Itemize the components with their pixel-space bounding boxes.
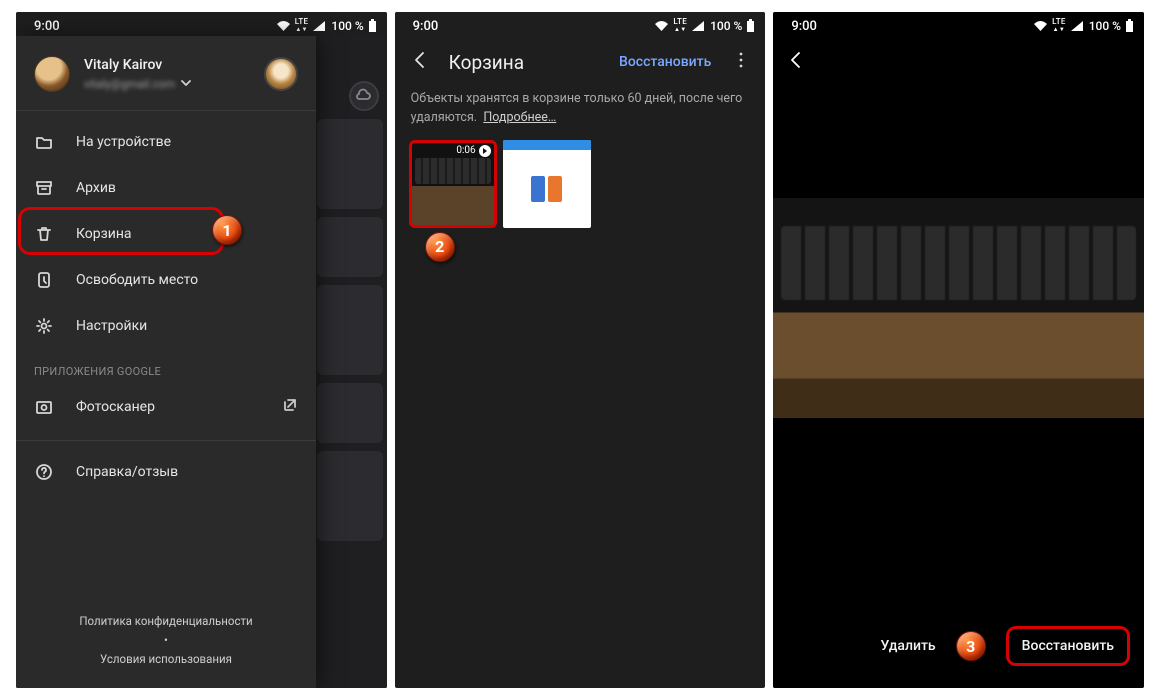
privacy-link[interactable]: Политика конфиденциальности	[16, 614, 316, 628]
gear-icon	[34, 316, 54, 336]
help-icon	[34, 462, 54, 482]
restore-button[interactable]: Восстановить	[1006, 626, 1130, 666]
menu-settings[interactable]: Настройки	[16, 303, 316, 349]
learn-more-link[interactable]: Подробнее…	[483, 110, 556, 125]
menu-help[interactable]: Справка/отзыв	[16, 449, 316, 495]
network-label: LTE▲▼	[295, 18, 309, 34]
battery-label: 100 %	[710, 19, 742, 33]
preview-action-bar: Удалить 3 Восстановить	[773, 610, 1144, 688]
more-menu-icon[interactable]	[729, 51, 753, 73]
navigation-drawer: Vitaly Kairov vitaly@gmail.com На устрой…	[16, 36, 316, 688]
drawer-menu: На устройстве Архив Корзина 1 Освободить…	[16, 119, 316, 495]
archive-icon	[34, 178, 54, 198]
menu-label: Настройки	[76, 318, 147, 334]
divider	[16, 110, 316, 111]
free-space-icon	[34, 270, 54, 290]
step-marker-2: 2	[425, 232, 455, 262]
trash-icon	[34, 224, 54, 244]
app-bar: Корзина Восстановить	[395, 36, 766, 86]
drawer-footer: Политика конфиденциальности • Условия ис…	[16, 614, 316, 688]
signal-icon	[1070, 20, 1084, 32]
trash-item-screenshot[interactable]	[503, 140, 591, 228]
signal-icon	[312, 20, 326, 32]
trash-grid: 0:06 2	[395, 140, 766, 228]
menu-label: Архив	[76, 180, 116, 196]
status-icons: LTE▲▼ 100 %	[1033, 18, 1134, 34]
secondary-avatar[interactable]	[264, 57, 298, 91]
delete-button[interactable]: Удалить	[881, 638, 936, 654]
menu-label: Освободить место	[76, 272, 198, 288]
back-button[interactable]	[411, 50, 431, 74]
status-icons: LTE▲▼ 100 %	[654, 18, 755, 34]
battery-icon	[746, 19, 755, 33]
divider	[16, 440, 316, 441]
chevron-down-icon[interactable]	[181, 76, 191, 92]
signal-icon	[691, 20, 705, 32]
battery-label: 100 %	[1089, 19, 1121, 33]
screen-trash: 9:00 LTE▲▼ 100 % Корзина Восстановить Об…	[395, 12, 766, 688]
step-marker-3: 3	[956, 631, 986, 661]
status-time: 9:00	[791, 19, 817, 34]
step-marker-1: 1	[212, 215, 242, 245]
menu-label: На устройстве	[76, 134, 171, 150]
external-link-icon	[282, 397, 298, 417]
menu-trash[interactable]: Корзина	[16, 211, 316, 257]
wifi-icon	[654, 20, 669, 32]
status-bar: 9:00 LTE▲▼ 100 %	[395, 12, 766, 36]
menu-on-device[interactable]: На устройстве	[16, 119, 316, 165]
photoscan-icon	[34, 397, 54, 417]
media-preview: Удалить 3 Восстановить	[773, 36, 1144, 688]
cloud-icon	[349, 81, 379, 111]
status-icons: LTE▲▼ 100 %	[276, 18, 377, 34]
video-duration-badge: 0:06	[456, 145, 490, 157]
status-bar: 9:00 LTE▲▼ 100 %	[16, 12, 387, 36]
trash-item-video[interactable]: 0:06	[409, 140, 497, 228]
back-button[interactable]	[787, 50, 807, 74]
profile-name: Vitaly Kairov	[84, 57, 191, 73]
play-icon	[479, 145, 491, 157]
status-time: 9:00	[413, 19, 439, 34]
menu-label: Корзина	[76, 226, 132, 242]
section-google-apps: ПРИЛОЖЕНИЯ GOOGLE	[16, 349, 316, 384]
avatar	[34, 56, 70, 92]
menu-label: Фотосканер	[76, 399, 155, 415]
screen-drawer: 9:00 LTE▲▼ 100 % Vitaly Kairov vitaly@gm…	[16, 12, 387, 688]
network-label: LTE▲▼	[673, 18, 687, 34]
restore-action[interactable]: Восстановить	[619, 54, 711, 70]
screen-preview: 9:00 LTE▲▼ 100 % Удалить 3 Восстановить	[773, 12, 1144, 688]
page-title: Корзина	[449, 51, 524, 74]
folder-icon	[34, 132, 54, 152]
profile-email: vitaly@gmail.com	[84, 77, 175, 91]
account-header[interactable]: Vitaly Kairov vitaly@gmail.com	[16, 46, 316, 108]
trash-info: Объекты хранятся в корзине только 60 дне…	[395, 86, 766, 140]
wifi-icon	[276, 20, 291, 32]
menu-free-space[interactable]: Освободить место	[16, 257, 316, 303]
status-bar: 9:00 LTE▲▼ 100 %	[773, 12, 1144, 36]
battery-icon	[368, 19, 377, 33]
preview-image[interactable]	[773, 198, 1144, 418]
terms-link[interactable]: Условия использования	[16, 652, 316, 666]
status-time: 9:00	[34, 19, 60, 34]
battery-label: 100 %	[331, 19, 363, 33]
battery-icon	[1125, 19, 1134, 33]
background-content	[313, 36, 387, 688]
menu-photoscan[interactable]: Фотосканер	[16, 384, 316, 430]
menu-archive[interactable]: Архив	[16, 165, 316, 211]
menu-label: Справка/отзыв	[76, 464, 178, 480]
wifi-icon	[1033, 20, 1048, 32]
network-label: LTE▲▼	[1052, 18, 1066, 34]
